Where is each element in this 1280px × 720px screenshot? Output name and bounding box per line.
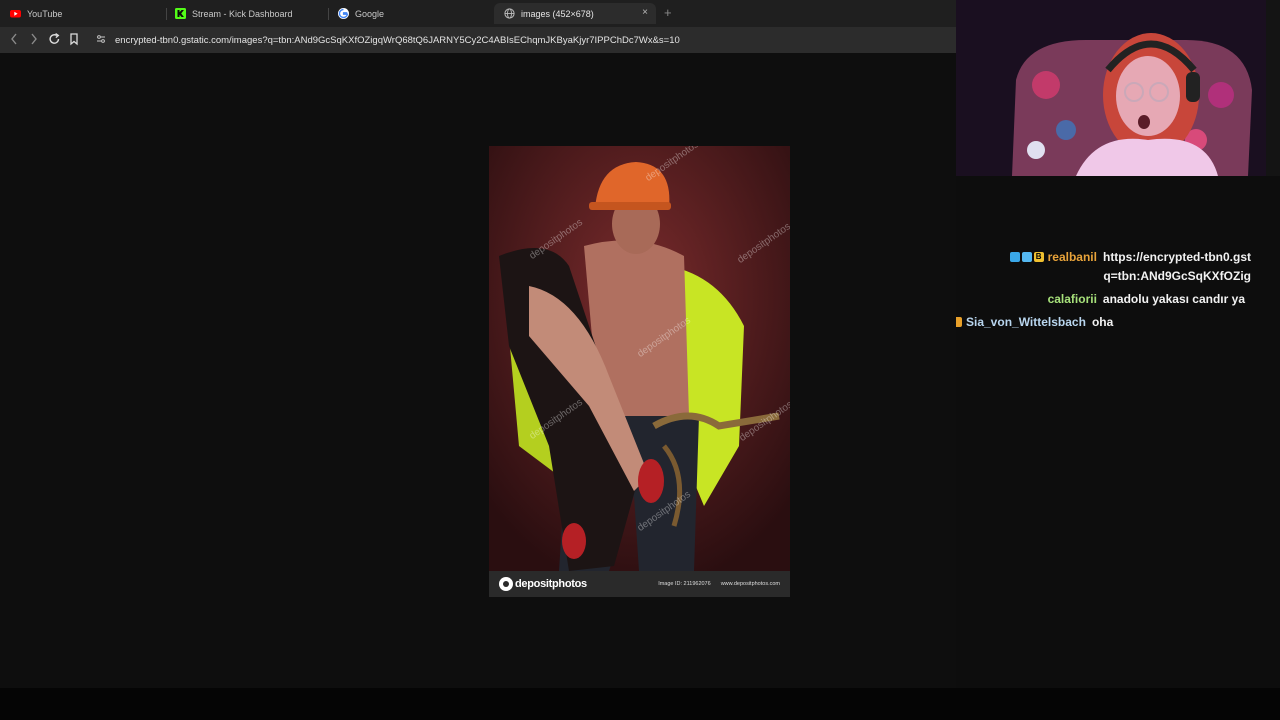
site-info-icon[interactable]: [95, 33, 107, 48]
webcam-feed: [956, 0, 1280, 176]
tab-bar: YouTube Stream - Kick Dashboard Google i…: [0, 0, 956, 27]
chat-message: B Sia_von_Wittelsbach oha: [956, 315, 1113, 329]
address-toolbar: encrypted-tbn0.gstatic.com/images?q=tbn:…: [0, 27, 956, 53]
forward-icon[interactable]: [29, 32, 39, 50]
badge-icon: B: [1033, 252, 1044, 262]
tab-youtube[interactable]: YouTube: [0, 3, 160, 24]
new-tab-button[interactable]: +: [664, 5, 672, 20]
globe-icon: [504, 8, 515, 19]
photo-site: www.depositphotos.com: [720, 581, 780, 587]
chat-text: oha: [1091, 315, 1114, 329]
stock-photo: depositphotos depositphotos depositphoto…: [489, 146, 790, 597]
tab-label: YouTube: [27, 8, 63, 19]
photo-footer: depositphotos Image ID: 211962076 www.de…: [489, 571, 790, 597]
chat-text: https://encrypted-tbn0.gst: [1102, 250, 1251, 264]
kick-icon: [175, 8, 186, 19]
badge-icon: [1009, 252, 1020, 262]
photo-logo-text: depositphotos: [515, 578, 587, 590]
chat-username[interactable]: realbanil: [1048, 250, 1097, 264]
photo-scene: [489, 146, 790, 571]
badge-icon: [956, 317, 962, 327]
tab-label: Stream - Kick Dashboard: [192, 8, 293, 19]
tab-kick-dashboard[interactable]: Stream - Kick Dashboard: [165, 3, 325, 24]
tab-label: Google: [355, 8, 385, 19]
chat-message-continuation: q=tbn:ANd9GcSqKXfOZig: [1103, 269, 1251, 283]
depositphotos-logo-icon: [499, 577, 513, 591]
chat-text: anadolu yakası candır ya: [1102, 292, 1245, 306]
page-viewport: [0, 53, 956, 688]
tab-images[interactable]: images (452×678) ×: [494, 3, 656, 24]
close-tab-icon[interactable]: ×: [642, 7, 648, 18]
tab-label: images (452×678): [521, 8, 594, 19]
browser-window: YouTube Stream - Kick Dashboard Google i…: [0, 0, 956, 688]
chat-text: q=tbn:ANd9GcSqKXfOZig: [1103, 269, 1251, 283]
google-icon: [338, 8, 349, 19]
back-icon[interactable]: [9, 32, 19, 50]
badge-icon: [1021, 252, 1032, 262]
chat-message: calafiorii anadolu yakası candır ya: [1046, 292, 1245, 306]
bookmark-icon[interactable]: [69, 32, 79, 50]
bottom-strip: [0, 688, 1280, 720]
chat-username[interactable]: calafiorii: [1048, 292, 1097, 306]
webcam-overlay: [956, 0, 1280, 176]
chat-overlay: B realbanil https://encrypted-tbn0.gst q…: [956, 176, 1280, 688]
address-bar-url[interactable]: encrypted-tbn0.gstatic.com/images?q=tbn:…: [115, 35, 680, 46]
reload-icon[interactable]: [48, 32, 61, 50]
chat-message: B realbanil https://encrypted-tbn0.gst: [1009, 250, 1251, 264]
youtube-icon: [10, 8, 21, 19]
photo-image-id: Image ID: 211962076: [658, 581, 711, 587]
chat-username[interactable]: Sia_von_Wittelsbach: [966, 315, 1086, 329]
tab-google[interactable]: Google: [328, 3, 488, 24]
